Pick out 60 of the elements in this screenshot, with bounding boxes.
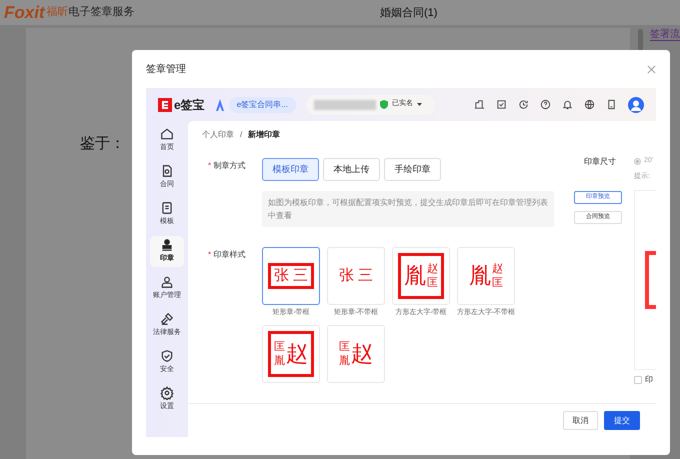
shield-icon — [380, 100, 388, 109]
size-label: 印章尺寸 — [584, 156, 616, 168]
seal-text: 胤 — [404, 265, 426, 287]
dialog-title: 签章管理 — [146, 62, 186, 76]
product-name: 电子签章服务 — [68, 4, 135, 20]
app-logo: e签宝 — [174, 96, 205, 114]
app-logo-icon — [158, 98, 172, 112]
globe-icon[interactable] — [584, 99, 595, 110]
user-icon — [160, 275, 174, 290]
breadcrumb-separator: / — [240, 129, 242, 141]
seal-text: 匡 — [492, 276, 503, 290]
seal-text: 胤 — [339, 354, 350, 368]
seal-text: 匡 — [427, 276, 438, 290]
seal-text: 赵 — [351, 342, 373, 364]
logo: Foxit — [4, 4, 45, 21]
cancel-button[interactable]: 取消 — [563, 411, 598, 430]
gavel-icon — [160, 312, 174, 326]
stamp-icon — [160, 238, 174, 252]
seal-text: 赵 — [427, 262, 438, 276]
method-tab[interactable]: 本地上传 — [323, 158, 380, 181]
checkbox[interactable] — [634, 376, 642, 384]
brand-name: 福昕 — [46, 5, 69, 20]
refresh-icon[interactable] — [518, 99, 529, 110]
method-tab[interactable]: 手绘印章 — [384, 158, 441, 181]
bell-icon[interactable] — [562, 99, 573, 110]
document-icon — [160, 164, 174, 178]
seal-text: 匡 — [274, 340, 285, 354]
radio-button[interactable] — [634, 158, 641, 165]
seal-text: 胤 — [274, 354, 285, 368]
building-icon[interactable] — [474, 99, 485, 110]
seal-style-option[interactable]: 张 三 — [327, 247, 385, 305]
checkbox-icon[interactable] — [496, 99, 507, 110]
seal-style-option[interactable]: 张 三 — [262, 247, 320, 305]
method-tab[interactable]: 模板印章 — [262, 158, 319, 181]
breadcrumb-link[interactable]: 个人印章 — [202, 129, 234, 141]
document-title: 婚姻合同(1) — [380, 6, 438, 21]
breadcrumb-current: 新增印章 — [248, 129, 280, 141]
home-icon — [160, 127, 174, 142]
form-label: * 制章方式 — [207, 160, 246, 172]
phone-icon[interactable] — [606, 99, 617, 110]
seal-text: 胤 — [469, 265, 491, 287]
blurred-name — [314, 100, 376, 110]
hint-text: 如图为模板印章，可根据配置项实时预览，提交生成印章后即可在印章管理列表中查看 — [262, 191, 554, 227]
seal-text: 赵 — [492, 262, 503, 276]
avatar-icon[interactable] — [628, 96, 644, 112]
form-label: * 印章样式 — [207, 249, 246, 261]
submit-button[interactable]: 提交 — [604, 411, 640, 430]
shield-icon — [160, 349, 174, 364]
seal-text: 张 三 — [268, 263, 314, 289]
checkbox-label: 印 — [645, 374, 653, 386]
close-icon[interactable] — [647, 64, 656, 74]
document-text: 鉴于： — [80, 135, 125, 152]
document-icon — [160, 201, 174, 216]
settings-icon — [160, 386, 174, 400]
seal-text: 张 三 — [338, 266, 374, 286]
caret-icon — [416, 102, 422, 106]
seal-text: 赵 — [286, 342, 308, 364]
seal-text: 匡 — [339, 340, 350, 354]
help-icon[interactable] — [540, 99, 551, 110]
organization-switcher[interactable]: e签宝合同串... — [228, 96, 296, 112]
